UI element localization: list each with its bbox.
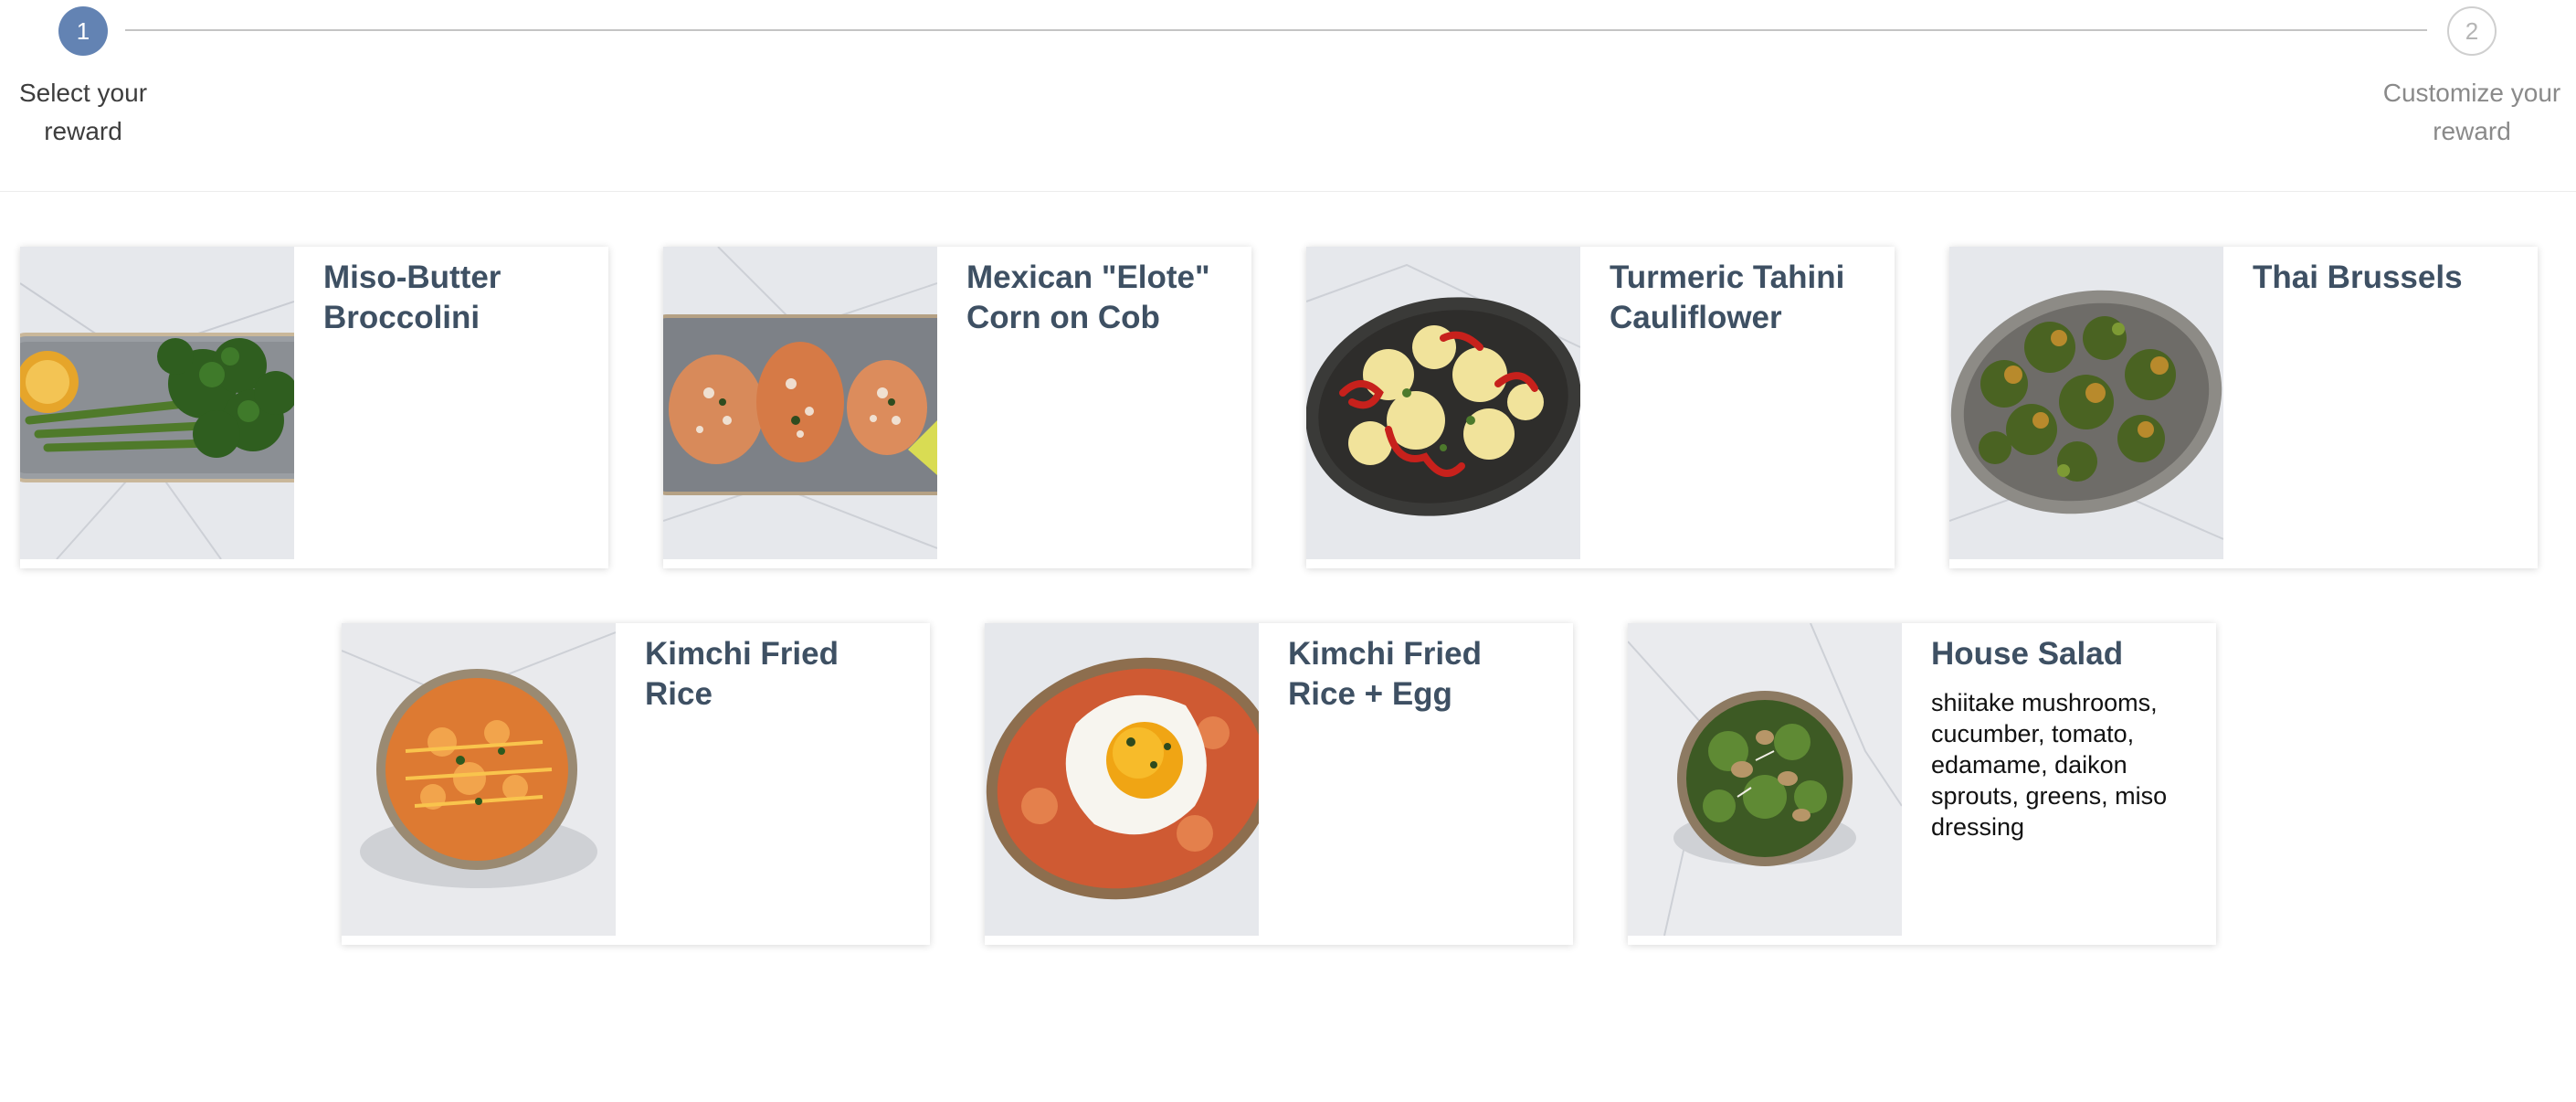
reward-card-thai-brussels[interactable]: Thai Brussels [1949,247,2538,568]
progress-stepper: 1 Select your reward 2 Customize your re… [0,0,2576,192]
step-2-circle: 2 [2447,6,2497,56]
step-customize-reward[interactable]: 2 Customize your reward [2381,6,2563,151]
reward-title: Turmeric Tahini Cauliflower [1610,260,1845,335]
reward-card-turmeric-tahini-cauliflower[interactable]: Turmeric Tahini Cauliflower [1306,247,1895,568]
reward-card-kimchi-fried-rice-egg[interactable]: Kimchi Fried Rice + Egg [985,623,1573,945]
reward-title: Kimchi Fried Rice [645,636,839,712]
thai-brussels-image [1949,247,2223,559]
stepper-connector-line [125,29,2427,31]
reward-card-miso-butter-broccolini[interactable]: Miso-Butter Broccolini [20,247,608,568]
reward-title: Kimchi Fried Rice + Egg [1288,636,1482,712]
step-select-reward[interactable]: 1 Select your reward [0,6,174,151]
reward-card-house-salad[interactable]: House Salad shiitake mushrooms, cucumber… [1628,623,2216,945]
step-1-label: Select your reward [0,74,174,151]
kimchi-fried-rice-egg-image [985,623,1259,936]
broccolini-image [20,247,294,559]
step-1-circle: 1 [58,6,108,56]
house-salad-image [1628,623,1902,936]
reward-title: House Salad [1931,636,2124,672]
step-2-label-line2: reward [2433,117,2511,145]
reward-title: Miso-Butter Broccolini [323,260,501,335]
cauliflower-image [1306,247,1580,559]
reward-card-mexican-elote-corn[interactable]: Mexican "Elote" Corn on Cob [663,247,1251,568]
reward-card-kimchi-fried-rice[interactable]: Kimchi Fried Rice [342,623,930,945]
step-1-label-line1: Select your [18,79,148,107]
reward-title: Thai Brussels [2253,260,2463,295]
reward-description: shiitake mushrooms, cucumber, tomato, ed… [1931,689,2168,841]
step-2-label: Customize your reward [2381,74,2563,151]
step-2-label-line1: Customize your [2382,79,2561,107]
reward-title: Mexican "Elote" Corn on Cob [966,260,1210,335]
elote-corn-image [663,247,937,559]
step-1-label-line2: reward [44,117,122,145]
kimchi-fried-rice-image [342,623,616,936]
